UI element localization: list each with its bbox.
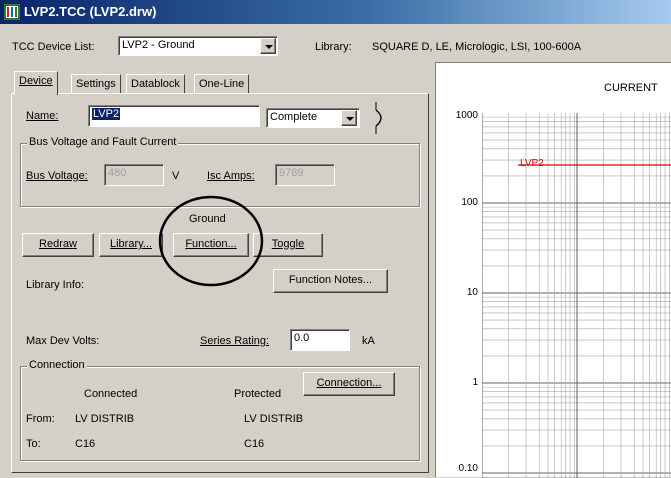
title-bar: LVP2.TCC (LVP2.drw)	[0, 0, 671, 24]
from-label: From:	[26, 413, 55, 425]
protected-header: Protected	[234, 388, 282, 400]
device-list-dropdown-button[interactable]	[260, 38, 276, 54]
y-tick-1000: 1000	[455, 110, 478, 121]
to-protected-value: C16	[244, 438, 265, 450]
isc-amps-input[interactable]: 9789	[275, 164, 335, 186]
series-rating-unit: kA	[362, 335, 375, 347]
bus-voltage-unit: V	[172, 170, 180, 182]
y-tick-1: 1	[472, 377, 478, 388]
y-tick-0-10: 0.10	[458, 463, 478, 474]
isc-amps-label: Isc Amps:	[207, 170, 255, 182]
library-button[interactable]: Library...	[99, 233, 163, 257]
series-rating-label: Series Rating:	[200, 335, 270, 347]
name-value: LVP2	[92, 108, 121, 120]
series-rating-value: 0.0	[294, 332, 310, 344]
device-list-label: TCC Device List:	[12, 41, 95, 53]
status-dropdown-button[interactable]	[341, 110, 357, 126]
chevron-down-icon	[265, 45, 273, 49]
y-tick-10: 10	[466, 287, 478, 298]
function-notes-button[interactable]: Function Notes...	[273, 269, 388, 293]
from-connected-value: LV DISTRIB	[75, 413, 135, 425]
to-connected-value: C16	[75, 438, 96, 450]
tab-device[interactable]: Device	[14, 71, 58, 95]
connection-button[interactable]: Connection...	[303, 372, 395, 396]
plot-title: CURRENT	[604, 82, 658, 94]
tab-settings[interactable]: Settings	[71, 74, 121, 94]
app-icon	[4, 4, 20, 20]
curve-label-lvp2: LVP2	[520, 158, 544, 169]
tab-datablock[interactable]: Datablock	[126, 74, 185, 94]
from-protected-value: LV DISTRIB	[244, 413, 304, 425]
device-list-value: LVP2 - Ground	[122, 39, 195, 51]
connected-header: Connected	[84, 388, 138, 400]
to-label: To:	[26, 438, 41, 450]
name-input[interactable]: LVP2	[88, 105, 260, 127]
max-dev-volts-label: Max Dev Volts:	[26, 335, 100, 347]
tcc-plot-area[interactable]: CURRENT 1000 100 10 1 0.10 LVP2	[435, 62, 671, 478]
device-list-select[interactable]: LVP2 - Ground	[118, 36, 278, 56]
name-label: Name:	[26, 110, 59, 122]
window-title: LVP2.TCC (LVP2.drw)	[24, 4, 157, 19]
status-value: Complete	[270, 111, 318, 123]
connection-group-title: Connection	[27, 359, 87, 371]
tab-one-line-label: One-Line	[199, 78, 245, 90]
library-label: Library:	[315, 41, 352, 53]
library-value: SQUARE D, LE, Micrologic, LSI, 100-600A	[372, 41, 582, 53]
bus-voltage-label: Bus Voltage:	[26, 170, 88, 182]
y-tick-100: 100	[461, 197, 478, 208]
bus-voltage-group-title: Bus Voltage and Fault Current	[27, 136, 179, 148]
breaker-symbol-icon	[375, 102, 382, 134]
tab-device-label: Device	[19, 75, 53, 87]
bus-voltage-value: 480	[108, 167, 127, 179]
tab-settings-label: Settings	[76, 78, 116, 90]
chevron-down-icon	[346, 117, 354, 121]
redraw-button[interactable]: Redraw	[22, 233, 94, 257]
annotation-circle	[158, 195, 264, 287]
bus-voltage-input[interactable]: 480	[104, 164, 164, 186]
tab-one-line[interactable]: One-Line	[194, 74, 250, 94]
library-info-label: Library Info:	[26, 279, 85, 291]
tab-datablock-label: Datablock	[131, 78, 180, 90]
series-rating-input[interactable]: 0.0	[290, 329, 350, 351]
tcc-grid	[482, 113, 671, 478]
isc-amps-value: 9789	[279, 167, 304, 179]
